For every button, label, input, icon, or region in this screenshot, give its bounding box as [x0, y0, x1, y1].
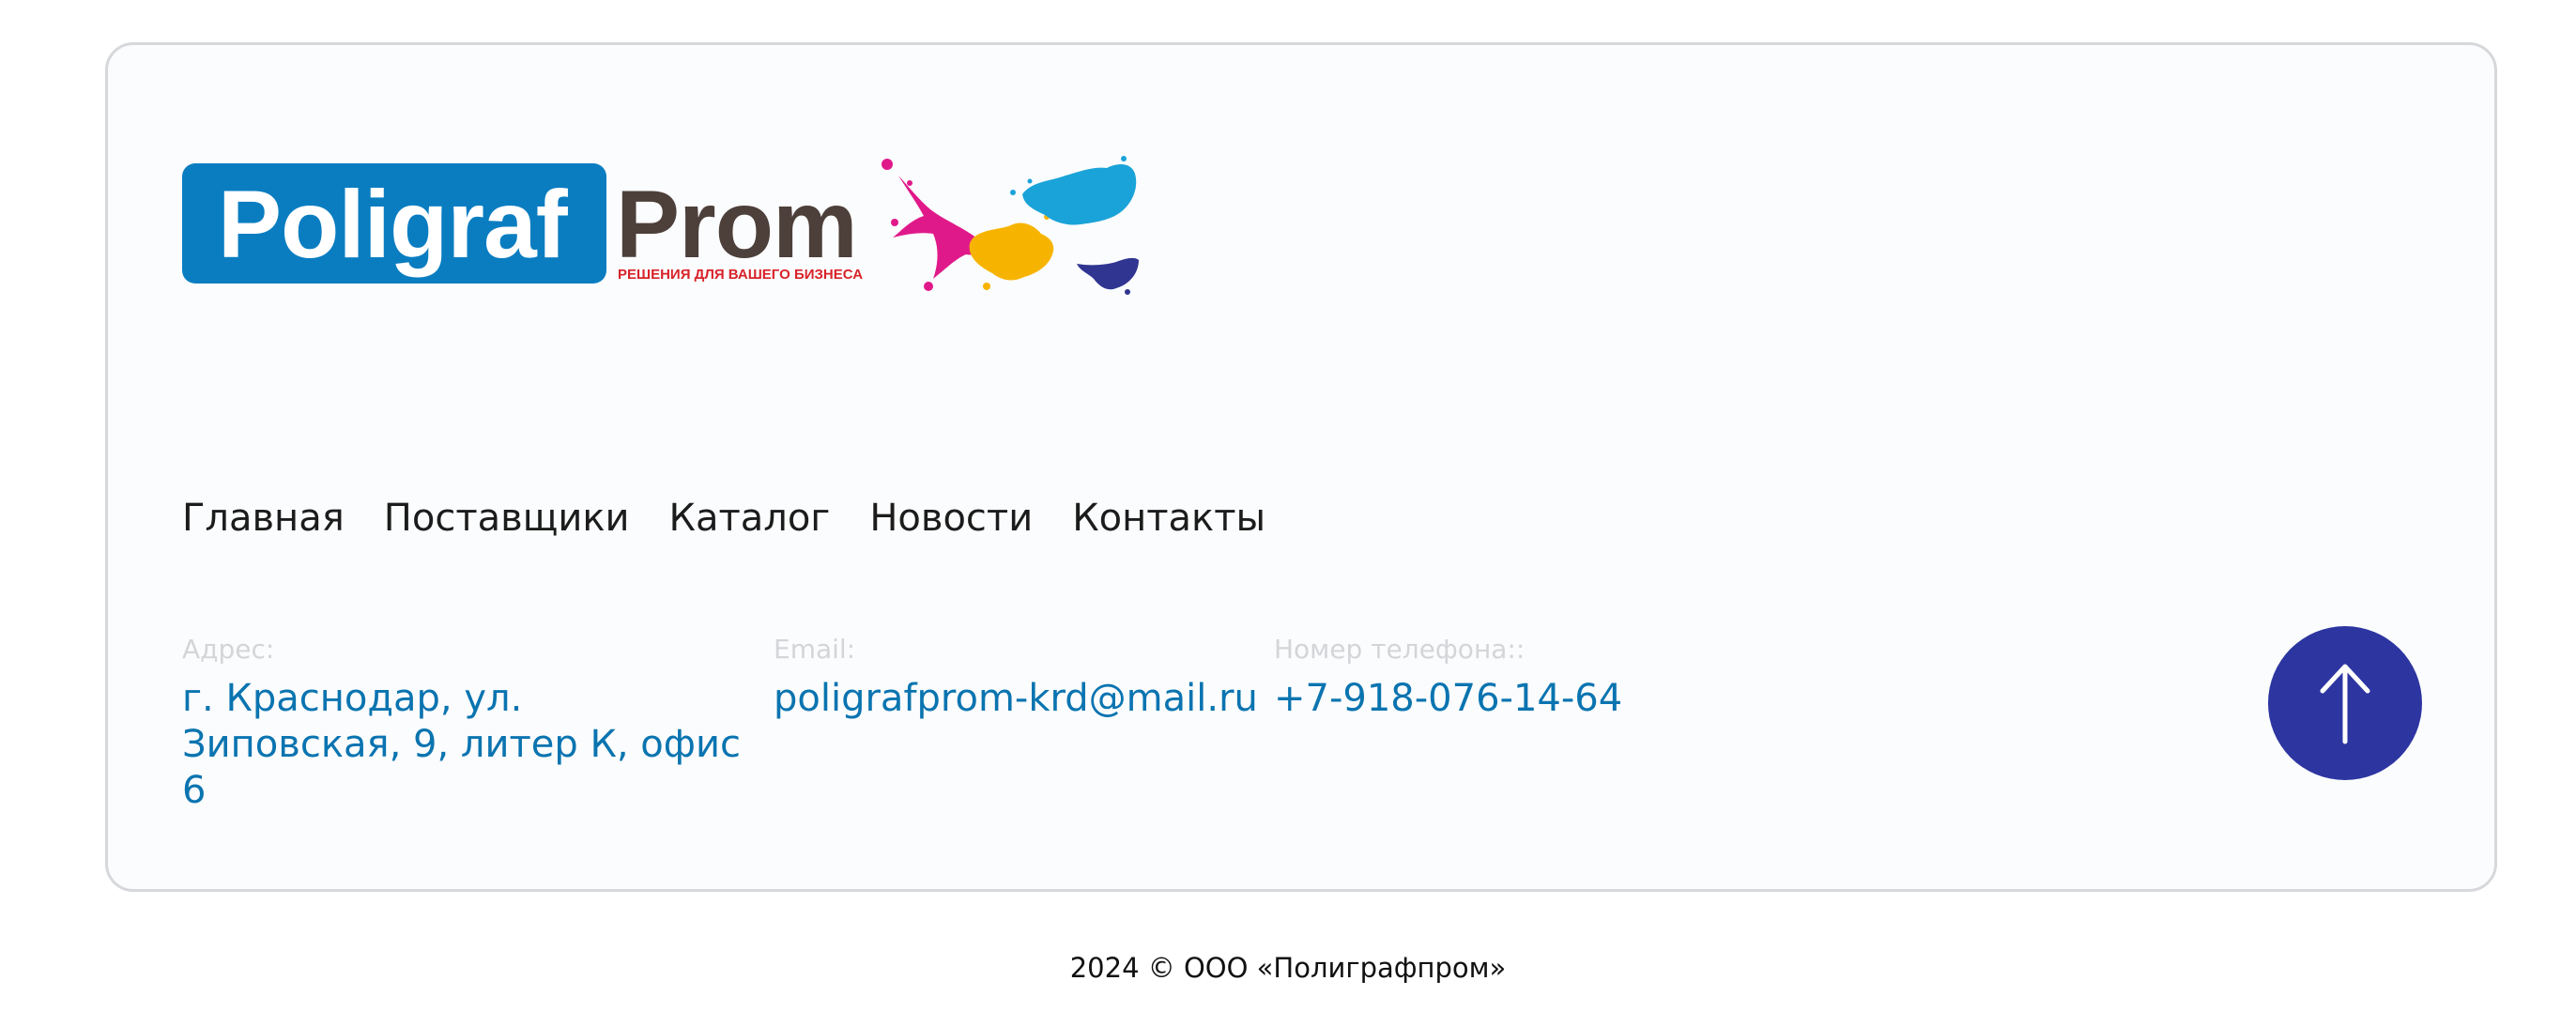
email-link[interactable]: poligrafprom-krd@mail.ru	[774, 676, 1262, 722]
nav-item-contacts[interactable]: Контакты	[1072, 490, 1265, 546]
logo-badge: Poligraf	[182, 163, 606, 284]
nav-item-home[interactable]: Главная	[182, 490, 345, 546]
phone-label: Номер телефона::	[1274, 634, 1526, 665]
email-label: Email:	[774, 634, 856, 665]
phone-link[interactable]: +7-918-076-14-64	[1274, 676, 1687, 722]
nav-item-news[interactable]: Новости	[869, 490, 1033, 546]
scroll-to-top-button[interactable]	[2268, 626, 2422, 780]
logo-word-primary: Poligraf	[218, 171, 568, 278]
arrow-up-icon	[2320, 664, 2370, 744]
email-block: Email: poligrafprom-krd@mail.ru	[774, 631, 1262, 722]
address-link[interactable]: г. Краснодар, ул. Зиповская, 9, литер К,…	[182, 676, 745, 814]
address-label: Адрес:	[182, 634, 275, 665]
phone-block: Номер телефона:: +7-918-076-14-64	[1274, 631, 1687, 722]
logo-word-secondary: Prom	[616, 171, 858, 278]
address-block: Адрес: г. Краснодар, ул. Зиповская, 9, л…	[182, 631, 745, 814]
nav-item-suppliers[interactable]: Поставщики	[384, 490, 630, 546]
nav-item-catalog[interactable]: Каталог	[669, 490, 831, 546]
copyright-text: 2024 © ООО «Полиграфпром»	[1069, 952, 1507, 984]
company-logo[interactable]: Poligraf Prom РЕШЕНИЯ ДЛЯ ВАШЕГО БИЗНЕСА	[182, 155, 1140, 296]
paint-splash-icon	[882, 156, 1139, 295]
logo-tagline: РЕШЕНИЯ ДЛЯ ВАШЕГО БИЗНЕСА	[618, 267, 864, 283]
footer-nav: Главная Поставщики Каталог Новости Конта…	[182, 490, 1265, 546]
